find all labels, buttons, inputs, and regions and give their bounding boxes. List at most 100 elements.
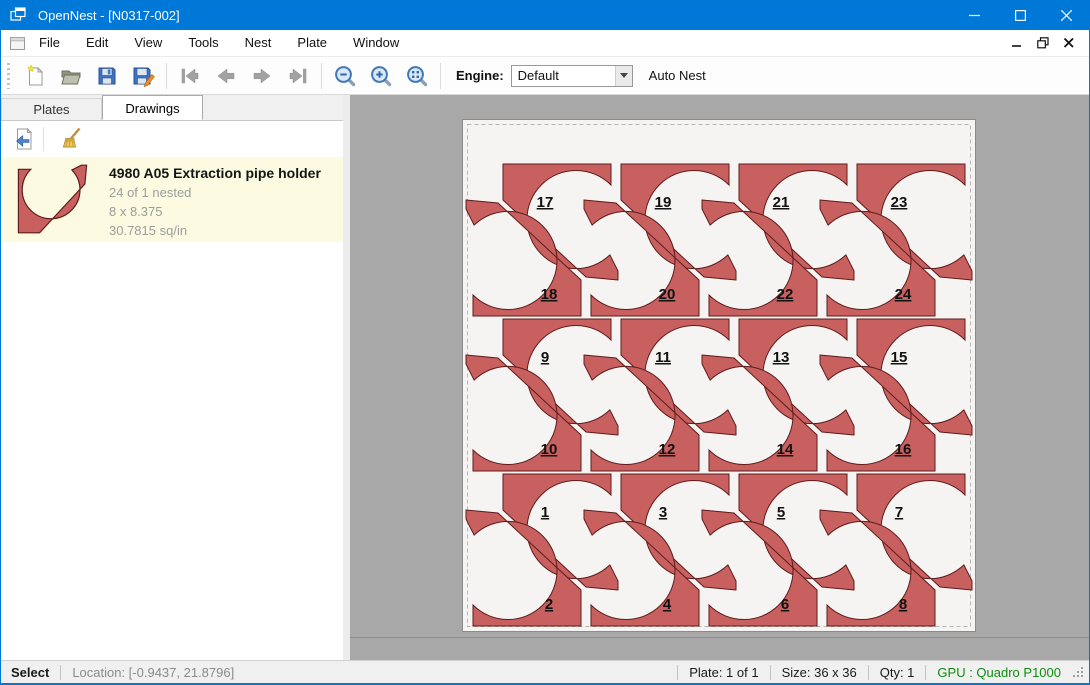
- toolbar-separator: [166, 63, 167, 89]
- part-number-label: 4: [663, 596, 672, 613]
- status-qty: Qty: 1: [880, 665, 915, 680]
- toolbar-separator: [321, 63, 322, 89]
- save-button[interactable]: [89, 60, 125, 92]
- engine-selected-value: Default: [512, 66, 615, 86]
- previous-arrow-icon: [214, 64, 238, 88]
- status-separator: [60, 665, 61, 680]
- panel-splitter[interactable]: [343, 95, 350, 660]
- next-arrow-icon: [250, 64, 274, 88]
- status-bar: Select Location: [-0.9437, 21.8796] Plat…: [1, 660, 1089, 683]
- drawing-area: 30.7815 sq/in: [109, 221, 321, 240]
- close-icon: [1061, 10, 1072, 21]
- new-button[interactable]: [17, 60, 53, 92]
- part-number-label: 14: [777, 441, 794, 458]
- menu-tools[interactable]: Tools: [175, 30, 231, 56]
- part-number-label: 20: [659, 286, 676, 303]
- open-folder-icon: [59, 64, 83, 88]
- window-title: OpenNest - [N0317-002]: [38, 8, 180, 23]
- part-number-label: 21: [773, 194, 790, 211]
- save-icon: [95, 64, 119, 88]
- previous-plate-button[interactable]: [208, 60, 244, 92]
- mdi-minimize-icon: [1012, 38, 1022, 48]
- part-number-label: 22: [777, 286, 794, 303]
- save-as-button[interactable]: [125, 60, 161, 92]
- engine-select[interactable]: Default: [511, 65, 633, 87]
- part-number-label: 11: [655, 349, 671, 366]
- menu-bar: File Edit View Tools Nest Plate Window: [1, 30, 1089, 57]
- mdi-restore-button[interactable]: [1035, 35, 1051, 51]
- mdi-minimize-button[interactable]: [1009, 35, 1025, 51]
- title-bar: OpenNest - [N0317-002]: [1, 0, 1089, 30]
- part-number-label: 6: [781, 596, 789, 613]
- close-button[interactable]: [1043, 0, 1089, 30]
- resize-grip-icon: [1071, 665, 1085, 679]
- menu-plate[interactable]: Plate: [284, 30, 340, 56]
- status-separator: [770, 665, 771, 680]
- drawing-thumbnail: [17, 164, 91, 236]
- part-number-label: 1: [541, 504, 549, 521]
- part-number-label: 8: [899, 596, 907, 613]
- menu-view[interactable]: View: [121, 30, 175, 56]
- part-number-label: 13: [773, 349, 790, 366]
- part-number-label: 12: [659, 441, 676, 458]
- zoom-in-button[interactable]: [363, 60, 399, 92]
- drawing-size: 8 x 8.375: [109, 202, 321, 221]
- resize-grip[interactable]: [1071, 665, 1085, 679]
- tab-plates[interactable]: Plates: [1, 98, 102, 120]
- import-drawing-button[interactable]: [9, 125, 39, 153]
- engine-dropdown-button[interactable]: [615, 66, 632, 86]
- next-plate-button[interactable]: [244, 60, 280, 92]
- menu-file[interactable]: File: [26, 30, 73, 56]
- zoom-fit-button[interactable]: [399, 60, 435, 92]
- zoom-in-icon: [369, 64, 393, 88]
- auto-nest-button[interactable]: Auto Nest: [649, 68, 706, 83]
- clear-drawings-button[interactable]: [56, 125, 86, 153]
- plate: 171819202122232491011121314151612345678: [462, 119, 976, 632]
- zoom-out-icon: [333, 64, 357, 88]
- part-number-label: 16: [895, 441, 912, 458]
- import-drawing-icon: [12, 127, 36, 151]
- canvas-bottom-edge: [350, 637, 1089, 638]
- status-location: Location: [-0.9437, 21.8796]: [72, 665, 234, 680]
- app-window: OpenNest - [N0317-002] File Edit View To…: [0, 0, 1090, 685]
- tab-drawings[interactable]: Drawings: [102, 95, 203, 120]
- drawing-list-item[interactable]: 4980 A05 Extraction pipe holder 24 of 1 …: [1, 157, 343, 242]
- part-number-label: 24: [895, 286, 912, 303]
- part-number-label: 7: [895, 504, 903, 521]
- status-plate-size: Size: 36 x 36: [782, 665, 857, 680]
- new-file-icon: [23, 64, 47, 88]
- part-number-label: 23: [891, 194, 908, 211]
- zoom-fit-icon: [405, 64, 429, 88]
- open-button[interactable]: [53, 60, 89, 92]
- chevron-down-icon: [620, 73, 628, 78]
- menu-window[interactable]: Window: [340, 30, 412, 56]
- first-plate-button[interactable]: [172, 60, 208, 92]
- menu-edit[interactable]: Edit: [73, 30, 121, 56]
- document-icon[interactable]: [9, 35, 26, 52]
- last-plate-button[interactable]: [280, 60, 316, 92]
- toolbar-separator: [440, 63, 441, 89]
- part-number-label: 2: [545, 596, 553, 613]
- panel-toolbar-separator: [43, 127, 44, 151]
- status-gpu: GPU : Quadro P1000: [937, 665, 1061, 680]
- mdi-close-icon: [1064, 38, 1074, 48]
- sidebar-tabstrip: Plates Drawings: [1, 95, 343, 121]
- maximize-button[interactable]: [997, 0, 1043, 30]
- maximize-icon: [1015, 10, 1026, 21]
- minimize-button[interactable]: [951, 0, 997, 30]
- mdi-close-button[interactable]: [1061, 35, 1077, 51]
- part-number-label: 5: [777, 504, 785, 521]
- status-separator: [677, 665, 678, 680]
- part-number-label: 19: [655, 194, 672, 211]
- status-mode: Select: [11, 665, 49, 680]
- drawing-nested-count: 24 of 1 nested: [109, 183, 321, 202]
- mdi-restore-icon: [1037, 37, 1049, 49]
- part-number-label: 15: [891, 349, 908, 366]
- part-shape: [18, 165, 86, 233]
- menu-nest[interactable]: Nest: [232, 30, 285, 56]
- sidebar: Plates Drawings: [1, 95, 343, 660]
- toolbar-grip[interactable]: [7, 63, 10, 89]
- drawing-title: 4980 A05 Extraction pipe holder: [109, 164, 321, 183]
- zoom-out-button[interactable]: [327, 60, 363, 92]
- nest-canvas[interactable]: 171819202122232491011121314151612345678: [350, 95, 1089, 660]
